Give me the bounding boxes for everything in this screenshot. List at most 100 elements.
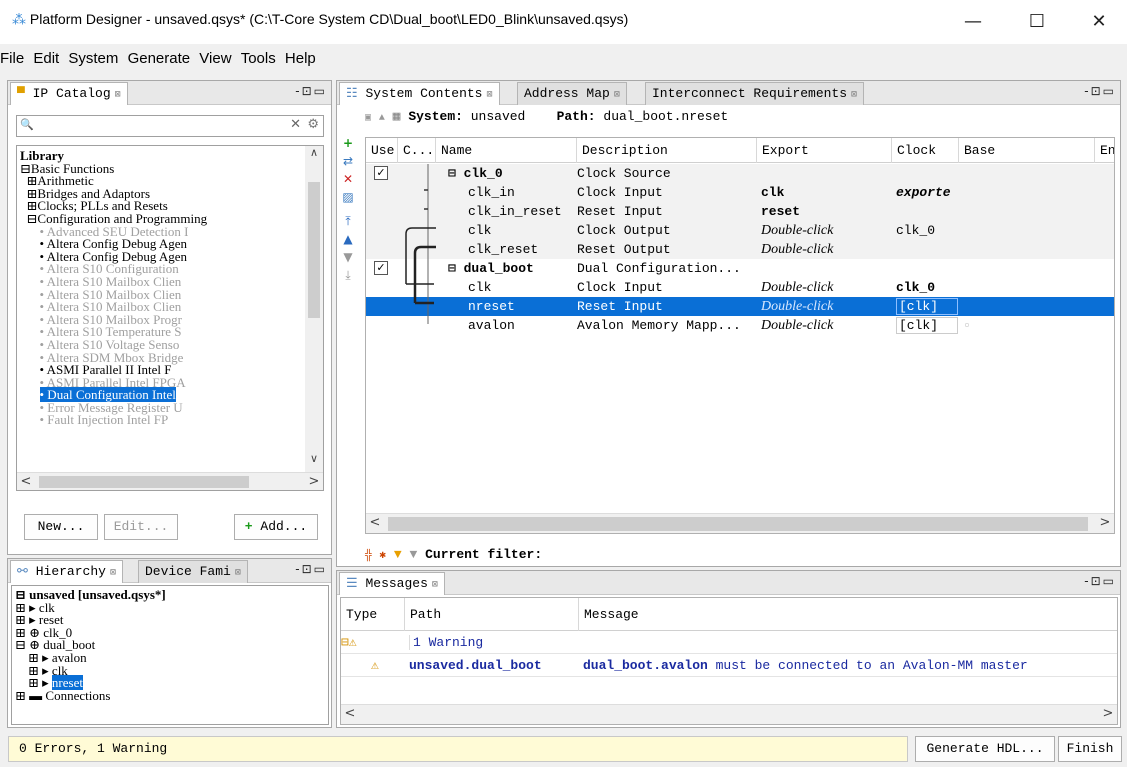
message-group-row[interactable]: ⊟⚠ 1 Warning [341, 632, 1117, 654]
warning-icon: ⚠ [371, 658, 379, 673]
col-type[interactable]: Type [341, 598, 405, 631]
menu-help[interactable]: Help [285, 46, 316, 72]
col-connections[interactable]: C... [398, 138, 436, 163]
system-row[interactable]: ✓ ⊟ dual_boot Dual Configuration... [366, 259, 1114, 278]
tab-hierarchy[interactable]: ⚯ Hierarchy ⊠ [10, 560, 123, 583]
scroll-left-arrow[interactable]: < [17, 473, 35, 490]
tab-interconnect[interactable]: Interconnect Requirements ⊠ [645, 82, 865, 105]
col-use[interactable]: Use [366, 138, 398, 163]
system-row[interactable]: clk Clock Output Double-click clk_0 [366, 221, 1114, 240]
use-checkbox[interactable]: ✓ [374, 166, 388, 180]
move-icon[interactable]: ⇄ [342, 155, 354, 167]
close-button[interactable]: ✕ [1076, 8, 1122, 36]
minimize-button[interactable]: — [950, 8, 996, 36]
col-base[interactable]: Base [959, 138, 1095, 163]
row-export[interactable]: reset [761, 204, 889, 219]
col-clock[interactable]: Clock [892, 138, 959, 163]
maximize-button[interactable]: ☐ [1014, 8, 1060, 36]
move-bottom-icon[interactable]: ⤓ [342, 269, 354, 281]
close-icon[interactable]: ⊠ [487, 90, 493, 101]
tab-address-map[interactable]: Address Map ⊠ [517, 82, 627, 105]
row-export[interactable]: clk [761, 185, 889, 200]
scroll-right-arrow[interactable]: > [1099, 705, 1117, 723]
panel-controls[interactable]: -⊡▭ [295, 84, 327, 98]
close-icon[interactable]: ⊠ [115, 90, 121, 101]
system-row[interactable]: clk_in Clock Input clk exporte [366, 183, 1114, 202]
panel-controls[interactable]: -⊡▭ [1084, 574, 1116, 588]
system-row[interactable]: ✓ ⊟ clk_0 Clock Source [366, 164, 1114, 183]
panel-controls[interactable]: -⊡▭ [1084, 84, 1116, 98]
col-path[interactable]: Path [405, 598, 579, 631]
move-up-icon[interactable]: ▲ [342, 233, 354, 245]
hscroll-thumb[interactable] [388, 517, 1088, 531]
system-row[interactable]: nreset Reset Input Double-click [clk] [366, 297, 1114, 316]
menu-generate[interactable]: Generate [128, 46, 191, 72]
tab-ip-catalog[interactable]: ▀ IP Catalog ⊠ [10, 82, 128, 105]
message-row[interactable]: ⚠ unsaved.dual_boot dual_boot.avalon mus… [341, 655, 1117, 677]
edit-button[interactable]: Edit... [104, 514, 178, 540]
row-export[interactable]: Double-click [761, 299, 889, 315]
finish-button[interactable]: Finish [1058, 736, 1122, 762]
settings-icon[interactable]: ⚙ [307, 117, 319, 132]
filter-icon[interactable]: ╬ [365, 550, 372, 562]
edit-icon[interactable]: ▨ [342, 191, 354, 203]
tab-system-contents[interactable]: ☷ System Contents ⊠ [339, 82, 500, 105]
row-export[interactable]: Double-click [761, 242, 889, 258]
scroll-up-arrow[interactable]: ∧ [305, 146, 323, 159]
add-icon[interactable]: + [342, 137, 354, 149]
scroll-left-arrow[interactable]: < [341, 705, 359, 723]
system-row[interactable]: clk Clock Input Double-click clk_0 [366, 278, 1114, 297]
funnel-off-icon[interactable]: ▼ [409, 547, 417, 562]
col-description[interactable]: Description [577, 138, 757, 163]
menu-file[interactable]: File [0, 46, 24, 72]
tab-messages[interactable]: ☰ Messages ⊠ [339, 572, 445, 595]
scroll-right-arrow[interactable]: > [1096, 514, 1114, 532]
hierarchy-item[interactable]: ⊞ ▬ Connections [15, 689, 328, 703]
close-icon[interactable]: ⊠ [851, 90, 857, 101]
col-export[interactable]: Export [757, 138, 892, 163]
remove-icon[interactable]: ✕ [342, 173, 354, 185]
search-input[interactable]: 🔍 ✕ ⚙ [16, 115, 324, 137]
move-down-icon[interactable]: ▼ [342, 251, 354, 263]
messages-hscroll[interactable]: < > [341, 704, 1117, 724]
funnel-icon[interactable]: ▼ [394, 547, 402, 562]
filter-clear-icon[interactable]: ✱ [379, 550, 386, 562]
panel-controls[interactable]: -⊡▭ [295, 562, 327, 576]
scroll-thumb[interactable] [308, 182, 320, 318]
nav-up-icon[interactable]: ▲ [379, 113, 385, 124]
scroll-left-arrow[interactable]: < [366, 514, 384, 532]
scroll-down-arrow[interactable]: ∨ [305, 452, 323, 465]
new-button[interactable]: New... [24, 514, 98, 540]
row-export[interactable]: Double-click [761, 280, 889, 296]
move-top-icon[interactable]: ⤒ [342, 215, 354, 227]
hscroll-thumb[interactable] [39, 476, 249, 488]
menu-system[interactable]: System [68, 46, 118, 72]
tab-device-family[interactable]: Device Fami ⊠ [138, 560, 248, 583]
system-row[interactable]: clk_in_reset Reset Input reset [366, 202, 1114, 221]
hierarchy-root[interactable]: ⊟ unsaved [unsaved.qsys*] [15, 588, 328, 602]
table-hscroll[interactable]: < > [366, 513, 1114, 533]
menu-tools[interactable]: Tools [241, 46, 276, 72]
add-button[interactable]: + Add... [234, 514, 318, 540]
use-checkbox[interactable]: ✓ [374, 261, 388, 275]
library-tree-item[interactable]: • Fault Injection Intel FP [20, 414, 323, 427]
scroll-right-arrow[interactable]: > [305, 473, 323, 490]
close-icon[interactable]: ⊠ [432, 580, 438, 591]
close-icon[interactable]: ⊠ [110, 568, 116, 579]
system-row[interactable]: clk_reset Reset Output Double-click [366, 240, 1114, 259]
close-icon[interactable]: ⊠ [614, 90, 620, 101]
col-end[interactable]: En [1095, 138, 1114, 163]
row-export[interactable]: Double-click [761, 318, 889, 334]
clear-icon[interactable]: ✕ [290, 117, 301, 132]
col-name[interactable]: Name [436, 138, 577, 163]
horizontal-scrollbar[interactable]: < > [17, 472, 323, 490]
vertical-scrollbar[interactable]: ∧ ∨ [305, 146, 323, 472]
close-icon[interactable]: ⊠ [235, 568, 241, 579]
col-message[interactable]: Message [579, 598, 1079, 631]
row-export[interactable]: Double-click [761, 223, 889, 239]
generate-hdl-button[interactable]: Generate HDL... [915, 736, 1055, 762]
menu-edit[interactable]: Edit [33, 46, 59, 72]
system-row[interactable]: avalon Avalon Memory Mapp... Double-click [… [366, 316, 1114, 335]
nav-back-icon[interactable]: ▣ [365, 113, 371, 124]
menu-view[interactable]: View [199, 46, 231, 72]
